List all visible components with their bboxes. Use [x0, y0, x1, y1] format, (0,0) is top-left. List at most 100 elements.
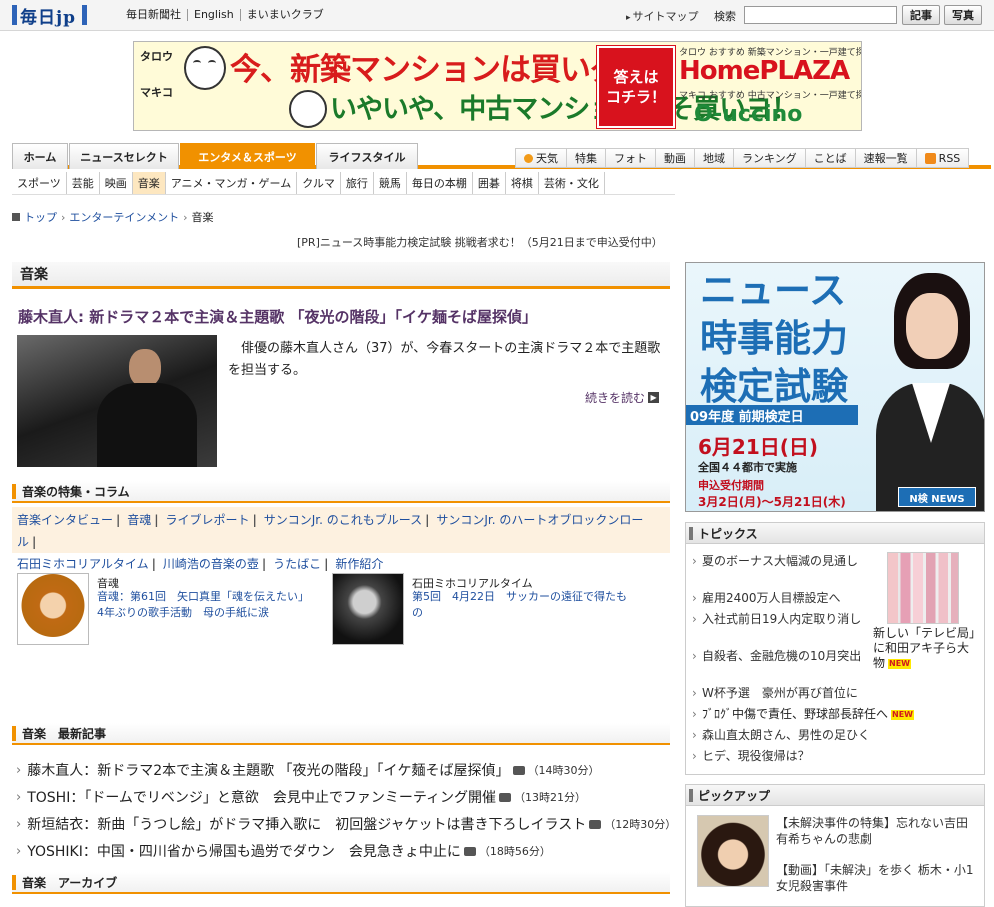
breadcrumb-entertainment[interactable]: エンターテインメント	[69, 209, 179, 225]
feature-link-new-release[interactable]: 新作紹介	[335, 557, 383, 571]
topic-item[interactable]: ﾌﾞﾛｸﾞ中傷で責任、野球部長辞任へNEW	[692, 706, 982, 722]
site-logo[interactable]: 毎日jp	[12, 4, 88, 28]
feature-link-live-report[interactable]: ライブレポート	[165, 513, 249, 527]
camera-icon	[589, 819, 602, 829]
breadcrumb-top[interactable]: トップ	[24, 209, 57, 225]
sitemap-link[interactable]: サイトマップ	[626, 8, 699, 24]
latest-item-title[interactable]: 藤木直人：新ドラマ2本で主演＆主題歌 「夜光の階段」「イケ麺そば屋探偵」	[27, 760, 509, 780]
banner-tag-makiko: マキコ	[140, 86, 173, 99]
genre-anime[interactable]: アニメ・マンガ・ゲーム	[165, 172, 298, 194]
feature-desc[interactable]: 第5回 4月22日 サッカーの遠征で得たもの	[412, 589, 627, 621]
sun-icon	[524, 153, 533, 163]
topic-photo-caption[interactable]: 新しい「テレビ局」に和田アキ子ら大物 NEW	[873, 626, 978, 671]
banner-ad[interactable]: タロウ 今、新築マンションは買いダ！ マキコ いやいや、中古マンションこそ買いヨ…	[133, 41, 862, 131]
ad-apply-label: 申込受付期間	[698, 479, 764, 492]
topic-item[interactable]: 雇用2400万人目標設定へ	[692, 590, 864, 606]
features-heading: 音楽の特集・コラム	[12, 481, 670, 503]
topics-heading: トピックス	[685, 522, 985, 544]
lead-headline[interactable]: 藤木直人: 新ドラマ２本で主演＆主題歌 「夜光の階段」「イケ麺そば屋探偵」	[18, 306, 537, 327]
news-exam-ad[interactable]: ニュース 時事能力 検定試験 09年度 前期検定日 6月21日(日) 全国４４都…	[685, 262, 985, 512]
nav-video[interactable]: 動画	[655, 148, 695, 168]
topic-photo[interactable]	[887, 552, 959, 624]
genre-sports[interactable]: スポーツ	[12, 172, 67, 194]
camera-icon	[512, 765, 525, 775]
logo-mark-right	[82, 5, 88, 25]
ad-model-image	[876, 273, 984, 511]
genre-geinou[interactable]: 芸能	[66, 172, 100, 194]
link-mainichi[interactable]: 毎日新聞社	[126, 9, 187, 21]
uccino-logo[interactable]: O-uccino	[694, 102, 802, 127]
feature-link-ishida[interactable]: 石田ミホコリアルタイム	[17, 557, 149, 571]
genre-books[interactable]: 毎日の本棚	[406, 172, 473, 194]
topic-item[interactable]: 夏のボーナス大幅減の見通し	[692, 553, 864, 569]
genre-music[interactable]: 音楽	[132, 172, 166, 194]
topic-item[interactable]: W杯予選 豪州が再び首位に	[692, 685, 982, 701]
nav-photo[interactable]: フォト	[605, 148, 656, 168]
nav-rss[interactable]: RSS	[915, 148, 970, 168]
pickup-item[interactable]: 【動画】「未解決」を歩く 栃木・小1女児殺害事件	[776, 862, 976, 894]
pr-link[interactable]: [PR]ニュース時事能力検定試験 挑戦者求む！（5月21日まで申込受付中）	[297, 234, 663, 250]
feature-item[interactable]: 石田ミホコリアルタイム 第5回 4月22日 サッカーの遠征で得たもの	[332, 573, 642, 648]
genre-keiba[interactable]: 競馬	[373, 172, 407, 194]
nav-weather[interactable]: 天気	[515, 148, 567, 168]
genre-movie[interactable]: 映画	[99, 172, 133, 194]
nav-tab-entertainment-sports[interactable]: エンタメ＆スポーツ	[180, 143, 315, 169]
ad-period: 3月2日(月)〜5月21日(木)	[698, 495, 846, 509]
topic-item[interactable]: 自殺者、金融危機の10月突出	[692, 648, 864, 664]
latest-item[interactable]: TOSHI：「ドームでリベンジ」と意欲 会見中止でファンミーティング開催 （13時…	[16, 787, 586, 807]
arrow-right-icon: ▶	[648, 392, 660, 403]
banner-answer-button[interactable]: 答えは コチラ！	[596, 45, 676, 129]
utility-nav: 天気 特集 フォト 動画 地域 ランキング ことば 速報一覧 RSS	[515, 148, 970, 168]
feature-thumb[interactable]	[332, 573, 404, 645]
pickup-photo[interactable]	[697, 815, 769, 887]
topic-item[interactable]: 森山直太朗さん、男性の足ひく	[692, 727, 982, 743]
search-articles-button[interactable]: 記事	[902, 5, 940, 25]
read-more-link[interactable]: 続きを読む ▶	[585, 389, 660, 406]
banner-tag-taro: タロウ	[140, 50, 173, 63]
latest-item[interactable]: 新垣結衣：新曲「うつし絵」がドラマ挿入歌に 初回盤ジャケットは書き下ろしイラスト…	[16, 814, 676, 834]
search-photos-button[interactable]: 写真	[944, 5, 982, 25]
breadcrumb-sep-icon: ›	[183, 210, 188, 224]
feature-link-blues[interactable]: サンコンJr. のこれもブルース	[264, 513, 422, 527]
latest-item[interactable]: YOSHIKI：中国・四川省から帰国も過労でダウン 会見急きょ中止に （18時56…	[16, 841, 551, 861]
link-english[interactable]: English	[187, 9, 240, 21]
new-badge: NEW	[891, 709, 914, 720]
genre-travel[interactable]: 旅行	[340, 172, 374, 194]
homeplaza-logo[interactable]: HomePLAZA	[679, 56, 850, 86]
latest-item[interactable]: 藤木直人：新ドラマ2本で主演＆主題歌 「夜光の階段」「イケ麺そば屋探偵」 （14時…	[16, 760, 599, 780]
genre-shogi[interactable]: 将棋	[505, 172, 539, 194]
feature-link-otodama[interactable]: 音魂	[127, 513, 151, 527]
nav-region[interactable]: 地域	[694, 148, 734, 168]
banner-answer-line1: 答えは	[613, 68, 659, 86]
feature-link-interview[interactable]: 音楽インタビュー	[17, 513, 113, 527]
feature-link-kawasaki[interactable]: 川崎浩の音楽の壺	[163, 557, 259, 571]
nav-tab-news-select[interactable]: ニュースセレクト	[69, 143, 179, 169]
nav-ranking[interactable]: ランキング	[733, 148, 806, 168]
genre-car[interactable]: クルマ	[297, 172, 341, 194]
nav-breaking[interactable]: 速報一覧	[854, 148, 917, 168]
ad-title-line: 検定試験	[700, 365, 848, 408]
topic-item[interactable]: ヒデ、現役復帰は？	[692, 748, 982, 764]
feature-link-utabako[interactable]: うたばこ	[273, 557, 321, 571]
topic-item-title[interactable]: ﾌﾞﾛｸﾞ中傷で責任、野球部長辞任へ	[702, 707, 888, 721]
nav-tab-home[interactable]: ホーム	[12, 143, 68, 169]
genre-art[interactable]: 芸術・文化	[538, 172, 605, 194]
latest-item-time: （18時56分）	[478, 845, 551, 858]
pickup-item[interactable]: 【未解決事件の特集】忘れない吉田有希ちゃんの悲劇	[776, 815, 976, 847]
lead-photo[interactable]	[17, 335, 217, 467]
search-input[interactable]	[744, 6, 897, 24]
makiko-face-icon	[289, 90, 327, 128]
latest-item-title[interactable]: YOSHIKI：中国・四川省から帰国も過労でダウン 会見急きょ中止に	[27, 841, 461, 861]
nav-rss-label: RSS	[938, 151, 961, 165]
feature-item[interactable]: 音魂 音魂：第61回 矢口真里「魂を伝えたい」 4年ぶりの歌手活動 母の手紙に涙	[17, 573, 327, 648]
feature-thumb[interactable]	[17, 573, 89, 645]
nav-words[interactable]: ことば	[804, 148, 856, 168]
topic-item[interactable]: 入社式前日19人内定取り消し	[692, 611, 864, 627]
latest-item-title[interactable]: 新垣結衣：新曲「うつし絵」がドラマ挿入歌に 初回盤ジャケットは書き下ろしイラスト	[27, 814, 586, 834]
genre-igo[interactable]: 囲碁	[472, 172, 506, 194]
feature-desc[interactable]: 音魂：第61回 矢口真里「魂を伝えたい」 4年ぶりの歌手活動 母の手紙に涙	[97, 589, 312, 621]
nav-features[interactable]: 特集	[566, 148, 606, 168]
link-maimai-club[interactable]: まいまいクラブ	[239, 9, 330, 21]
nav-tab-lifestyle[interactable]: ライフスタイル	[316, 143, 418, 169]
latest-item-title[interactable]: TOSHI：「ドームでリベンジ」と意欲 会見中止でファンミーティング開催	[27, 787, 496, 807]
